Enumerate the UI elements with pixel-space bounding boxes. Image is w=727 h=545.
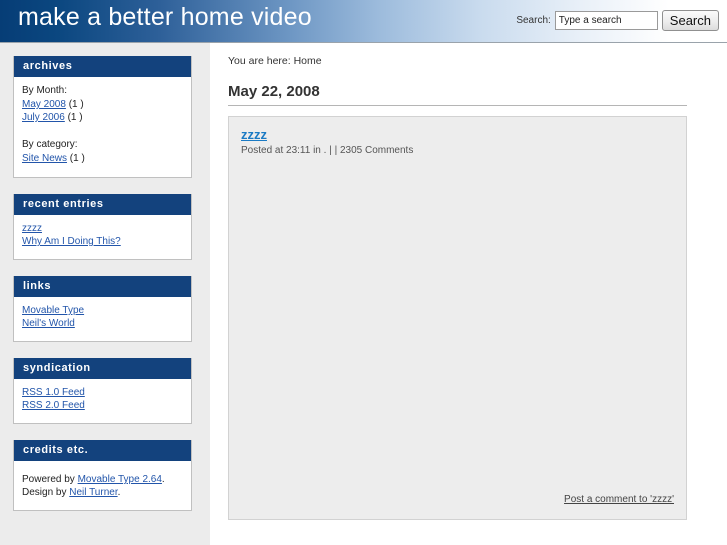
sidebar-module-title-links: links xyxy=(14,276,191,297)
link-item: Movable Type xyxy=(22,304,183,317)
sidebar-module-body-archives: By Month: May 2008 (1 ) July 2006 (1 ) B… xyxy=(14,77,191,177)
recent-entry-link-why-am-i-doing-this[interactable]: Why Am I Doing This? xyxy=(22,236,121,247)
archives-spacer xyxy=(22,124,183,138)
archives-by-category-label: By category: xyxy=(22,139,78,150)
post-comment-link[interactable]: Post a comment to 'zzzz' xyxy=(564,494,674,505)
sidebar-module-body-links: Movable Type Neil's World xyxy=(14,297,191,341)
syndication-item: RSS 1.0 Feed xyxy=(22,386,183,399)
credits-powered-by-prefix: Powered by xyxy=(22,474,78,485)
credits-design-by-prefix: Design by xyxy=(22,487,70,498)
post-footer: Post a comment to 'zzzz' xyxy=(564,494,674,505)
archives-by-month-label: By Month: xyxy=(22,85,68,96)
sidebar-module-archives: archives By Month: May 2008 (1 ) July 20… xyxy=(13,56,192,178)
archive-month-link-july-2006[interactable]: July 2006 xyxy=(22,112,65,123)
sidebar: archives By Month: May 2008 (1 ) July 20… xyxy=(0,43,210,545)
archive-month-item: May 2008 (1 ) xyxy=(22,98,183,111)
credits-design-by-suffix: . xyxy=(117,487,121,498)
syndication-item: RSS 2.0 Feed xyxy=(22,399,183,412)
archive-month-item: July 2006 (1 ) xyxy=(22,111,183,124)
sidebar-module-syndication: syndication RSS 1.0 Feed RSS 2.0 Feed xyxy=(13,358,192,424)
link-neils-world[interactable]: Neil's World xyxy=(22,318,75,329)
archive-category-count-site-news: (1 ) xyxy=(69,153,85,164)
main-content: You are here: Home May 22, 2008 zzzz Pos… xyxy=(210,43,727,545)
post-title-link[interactable]: zzzz xyxy=(241,127,267,142)
sidebar-module-title-recent-entries: recent entries xyxy=(14,194,191,215)
date-heading: May 22, 2008 xyxy=(228,83,320,100)
link-rss-1-0-feed[interactable]: RSS 1.0 Feed xyxy=(22,387,85,398)
search-input[interactable] xyxy=(554,11,658,30)
credits-design-by: Design by Neil Turner. xyxy=(22,486,183,499)
site-title: make a better home video xyxy=(18,3,312,31)
sidebar-module-title-archives: archives xyxy=(14,56,191,77)
post-meta: Posted at 23:11 in . | | 2305 Comments xyxy=(241,145,414,156)
archive-month-count-may-2008: (1 ) xyxy=(68,99,84,110)
sidebar-module-body-credits: Powered by Movable Type 2.64. Design by … xyxy=(14,461,191,510)
sidebar-module-title-syndication: syndication xyxy=(14,358,191,379)
post-title: zzzz xyxy=(241,127,674,142)
archive-month-count-july-2006: (1 ) xyxy=(67,112,83,123)
sidebar-module-recent-entries: recent entries zzzz Why Am I Doing This? xyxy=(13,194,192,260)
link-movable-type[interactable]: Movable Type xyxy=(22,305,84,316)
credits-powered-by: Powered by Movable Type 2.64. xyxy=(22,473,183,486)
archive-category-item: Site News (1 ) xyxy=(22,152,183,165)
credits-powered-by-suffix: . xyxy=(161,474,165,485)
search-label: Search: xyxy=(516,15,551,26)
link-item: Neil's World xyxy=(22,317,183,330)
date-heading-divider xyxy=(228,105,687,106)
sidebar-module-credits: credits etc. Powered by Movable Type 2.6… xyxy=(13,440,192,511)
sidebar-module-body-recent-entries: zzzz Why Am I Doing This? xyxy=(14,215,191,259)
search-button[interactable]: Search xyxy=(661,10,719,31)
sidebar-module-body-syndication: RSS 1.0 Feed RSS 2.0 Feed xyxy=(14,379,191,423)
archive-category-link-site-news[interactable]: Site News xyxy=(22,153,67,164)
credits-link-movable-type[interactable]: Movable Type 2.64 xyxy=(78,474,162,485)
link-rss-2-0-feed[interactable]: RSS 2.0 Feed xyxy=(22,400,85,411)
sidebar-module-title-credits: credits etc. xyxy=(14,440,191,461)
credits-link-neil-turner[interactable]: Neil Turner xyxy=(69,487,117,498)
recent-entry-link-zzzz[interactable]: zzzz xyxy=(22,223,42,234)
search-form: Search: Search xyxy=(516,10,719,31)
recent-entry-item: zzzz xyxy=(22,222,183,235)
post-entry: zzzz Posted at 23:11 in . | | 2305 Comme… xyxy=(228,116,687,520)
site-header: make a better home video Search: Search xyxy=(0,0,727,43)
archive-month-link-may-2008[interactable]: May 2008 xyxy=(22,99,66,110)
sidebar-module-links: links Movable Type Neil's World xyxy=(13,276,192,342)
recent-entry-item: Why Am I Doing This? xyxy=(22,235,183,248)
breadcrumb: You are here: Home xyxy=(228,55,322,67)
